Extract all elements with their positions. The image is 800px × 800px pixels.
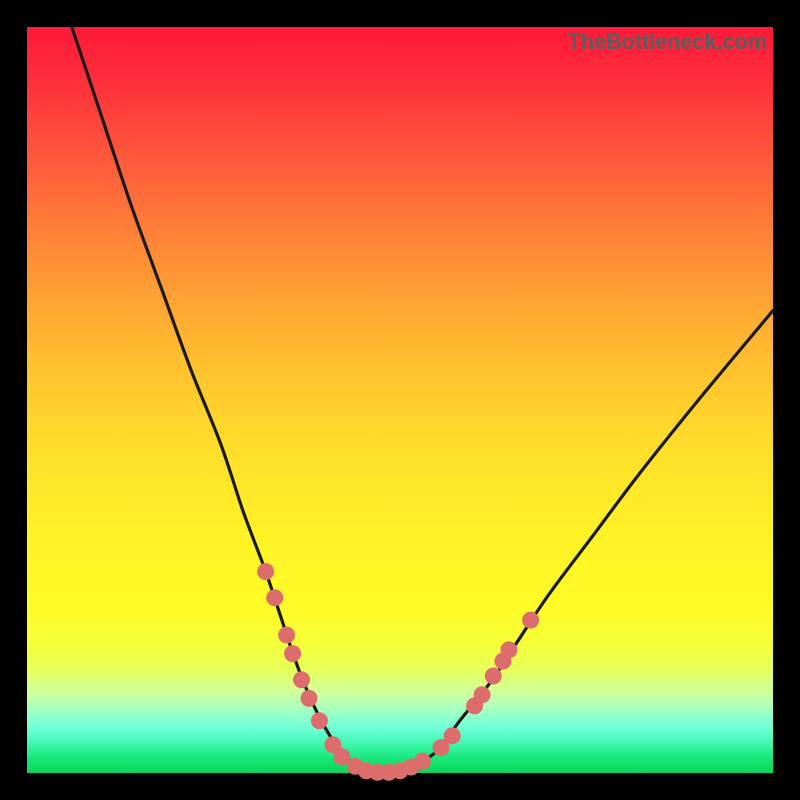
- scatter-dot: [257, 563, 274, 580]
- chart-svg: [27, 27, 773, 773]
- scatter-dot: [444, 727, 461, 744]
- scatter-dot: [474, 686, 491, 703]
- scatter-dot: [293, 671, 310, 688]
- scatter-dot: [311, 712, 328, 729]
- scatter-dot: [301, 690, 318, 707]
- scatter-dot: [500, 641, 517, 658]
- watermark-label: TheBottleneck.com: [561, 27, 773, 59]
- scatter-dot: [284, 645, 301, 662]
- scatter-dot: [266, 589, 283, 606]
- scatter-dots-group: [257, 563, 539, 781]
- scatter-dot: [522, 612, 539, 629]
- scatter-dot: [414, 753, 431, 770]
- bottleneck-curve: [72, 27, 773, 774]
- scatter-dot: [278, 627, 295, 644]
- scatter-dot: [485, 668, 502, 685]
- chart-frame: TheBottleneck.com: [0, 0, 800, 800]
